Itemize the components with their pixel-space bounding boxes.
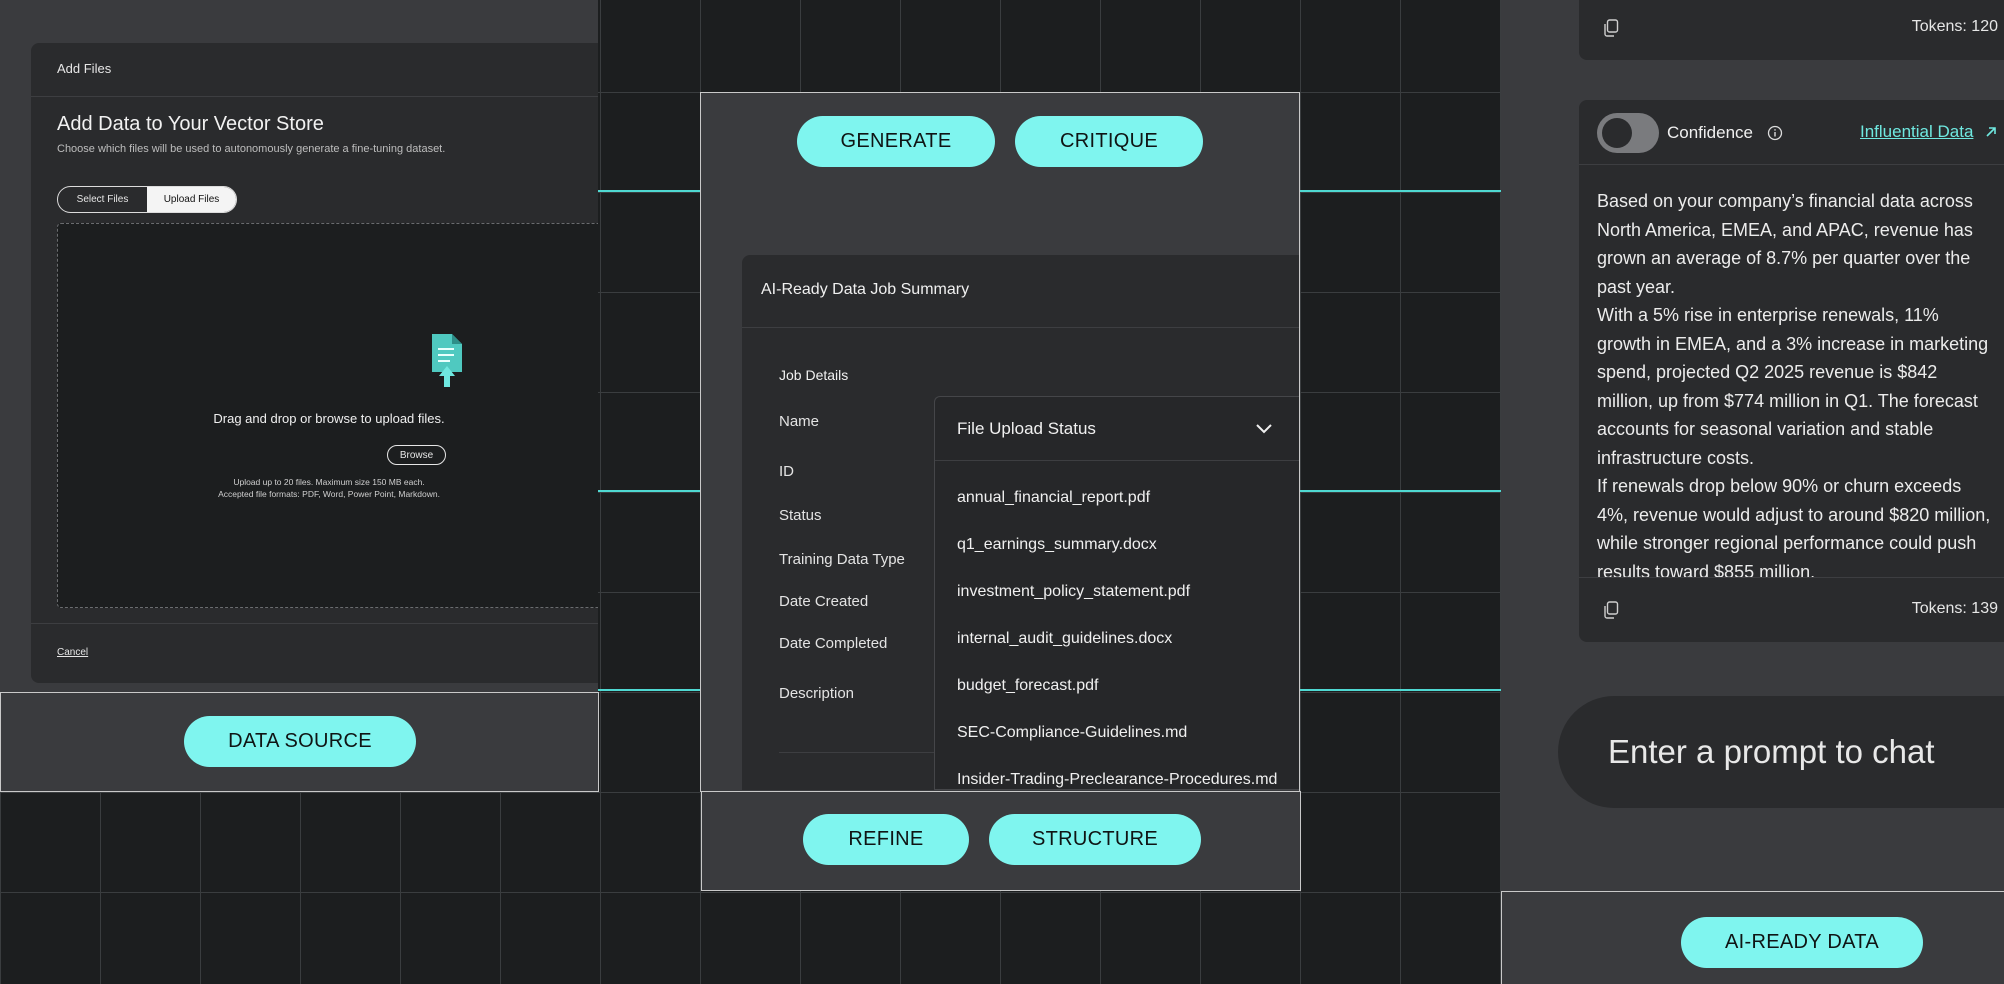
- file-source-toggle: Select Files Upload Files: [57, 186, 237, 213]
- connector-line: [598, 689, 700, 691]
- file-item[interactable]: SEC-Compliance-Guidelines.md: [957, 724, 1291, 742]
- label-description: Description: [779, 685, 855, 702]
- structure-button[interactable]: STRUCTURE: [989, 814, 1201, 865]
- file-item[interactable]: Insider-Trading-Preclearance-Procedures.…: [957, 771, 1291, 791]
- token-count: Tokens: 120: [1911, 18, 1998, 35]
- label-date-completed: Date Completed: [779, 635, 888, 652]
- copy-icon[interactable]: [1603, 601, 1619, 619]
- confidence-toggle[interactable]: [1597, 113, 1659, 153]
- job-details-heading: Job Details: [779, 367, 849, 383]
- response-paragraph: If renewals drop below 90% or churn exce…: [1597, 476, 1991, 578]
- copy-icon[interactable]: [1603, 19, 1619, 37]
- connector-line: [1300, 689, 1501, 691]
- generate-critique-stage: [700, 92, 1300, 192]
- dialog-footer-divider: [31, 623, 598, 624]
- divider: [1579, 164, 2004, 165]
- accepted-formats: Accepted file formats: PDF, Word, Power …: [218, 489, 440, 499]
- refine-button[interactable]: REFINE: [803, 814, 969, 865]
- upload-limits: Upload up to 20 files. Maximum size 150 …: [233, 477, 425, 487]
- add-files-dialog: Add Files Add Data to Your Vector Store …: [31, 43, 598, 683]
- file-upload-status-dropdown: File Upload Status annual_financial_repo…: [934, 396, 1299, 790]
- file-status-header[interactable]: File Upload Status: [935, 397, 1299, 461]
- token-count: Tokens: 139: [1911, 600, 1998, 617]
- dialog-header: Add Files: [31, 43, 598, 97]
- tab-select-files[interactable]: Select Files: [58, 187, 147, 212]
- connector-line: [598, 190, 700, 192]
- connector-line: [598, 490, 700, 492]
- connector-line: [1300, 190, 1501, 192]
- file-item[interactable]: budget_forecast.pdf: [957, 677, 1291, 695]
- response-text-viewport: Based on your company’s financial data a…: [1579, 178, 2004, 578]
- file-upload-icon: [432, 334, 462, 387]
- response-paragraph: Based on your company’s financial data a…: [1597, 191, 1973, 297]
- connector-line: [1300, 490, 1501, 492]
- upload-dropzone[interactable]: Drag and drop or browse to upload files.…: [57, 223, 598, 608]
- cancel-link[interactable]: Cancel: [57, 647, 88, 658]
- file-item[interactable]: annual_financial_report.pdf: [957, 489, 1291, 507]
- data-source-button[interactable]: DATA SOURCE: [184, 716, 416, 767]
- file-item[interactable]: q1_earnings_summary.docx: [957, 536, 1291, 554]
- file-item[interactable]: investment_policy_statement.pdf: [957, 583, 1291, 601]
- divider: [779, 752, 939, 753]
- label-training-data-type: Training Data Type: [779, 551, 905, 568]
- external-link-icon[interactable]: [1984, 125, 1998, 139]
- file-status-title: File Upload Status: [957, 418, 1096, 438]
- label-date-created: Date Created: [779, 593, 869, 610]
- influential-data-link[interactable]: Influential Data: [1860, 122, 1973, 142]
- label-status: Status: [779, 507, 822, 524]
- label-id: ID: [779, 463, 794, 480]
- job-summary-title: AI-Ready Data Job Summary: [742, 255, 1299, 328]
- divider: [1579, 577, 2004, 578]
- tab-upload-files[interactable]: Upload Files: [147, 187, 236, 212]
- file-item[interactable]: internal_audit_guidelines.docx: [957, 630, 1291, 648]
- dialog-title: Add Data to Your Vector Store: [57, 113, 324, 135]
- response-text: Based on your company’s financial data a…: [1597, 187, 1997, 578]
- info-icon[interactable]: [1767, 125, 1783, 141]
- critique-button[interactable]: CRITIQUE: [1015, 116, 1203, 167]
- drop-instructions: Drag and drop or browse to upload files.: [213, 411, 445, 426]
- ai-ready-data-button[interactable]: AI-READY DATA: [1681, 917, 1923, 968]
- browse-button[interactable]: Browse: [387, 445, 446, 465]
- chevron-down-icon: [1256, 423, 1272, 433]
- response-paragraph: With a 5% rise in enterprise renewals, 1…: [1597, 305, 1989, 468]
- prompt-input[interactable]: Enter a prompt to chat: [1558, 696, 2004, 808]
- generate-button[interactable]: GENERATE: [797, 116, 995, 167]
- confidence-label: Confidence: [1667, 123, 1754, 142]
- label-name: Name: [779, 413, 820, 430]
- dialog-subtitle: Choose which files will be used to auton…: [57, 143, 446, 155]
